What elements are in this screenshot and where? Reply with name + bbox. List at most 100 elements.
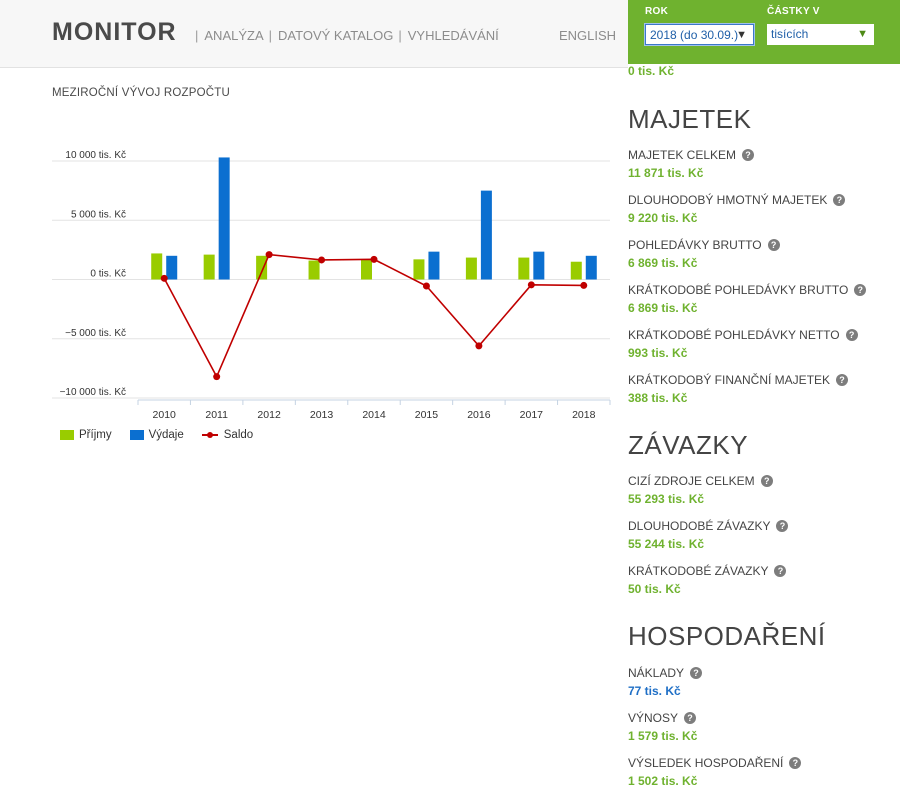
saldo-point [160,274,168,282]
y-tick-label: 5 000 tis. Kč [71,209,126,220]
filter-bar: ROK ČÁSTKY V 2018 (do 30.09.) ▼ tisících… [628,0,900,64]
y-tick-label: −5 000 tis. Kč [65,328,126,339]
bar-vydaje [166,255,178,280]
bar-prijmy [518,257,530,280]
bar-prijmy [361,259,372,280]
chart-title: MEZIROČNÍ VÝVOJ ROZPOČTU [52,87,230,99]
metric-value: 1 579 tis. Kč [628,729,698,743]
bar-prijmy [308,260,320,280]
bar-prijmy [465,257,477,280]
year-select-value: 2018 (do 30.09.) [650,28,739,42]
nav-item-analyza[interactable]: ANALÝZA [204,28,263,43]
metric-label-text: KRÁTKODOBÉ POHLEDÁVKY BRUTTO [628,283,849,297]
metric-label: DLOUHODOBÝ HMOTNÝ MAJETEK? [628,193,846,207]
help-icon[interactable]: ? [690,667,703,679]
bar-prijmy [413,259,425,280]
legend-swatch [129,430,144,440]
units-label: ČÁSTKY V [767,6,820,17]
metric-label-text: MAJETEK CELKEM [628,148,737,162]
y-tick-label: −10 000 tis. Kč [60,387,126,398]
saldo-point [422,282,430,290]
metric-label-text: KRÁTKODOBÉ ZÁVAZKY [628,564,769,578]
metric-value: 55 244 tis. Kč [628,537,705,551]
legend-label: Příjmy [79,429,112,441]
help-icon[interactable]: ? [854,284,867,296]
metric-label: DLOUHODOBÉ ZÁVAZKY? [628,519,789,533]
help-icon[interactable]: ? [742,149,755,161]
x-tick-label: 2016 [467,409,491,421]
metric-value: 6 869 tis. Kč [628,256,698,270]
legend-label: Výdaje [148,429,184,441]
saldo-point [580,281,588,289]
legend-item-prijmy[interactable]: Příjmy [60,429,112,441]
metric-label: KRÁTKODOBÉ POHLEDÁVKY BRUTTO? [628,283,867,297]
metric-label-text: KRÁTKODOBÉ POHLEDÁVKY NETTO [628,328,840,342]
chevron-down-icon: ▼ [736,29,747,41]
help-icon[interactable]: ? [845,329,858,341]
legend-swatch [60,430,74,440]
saldo-point [213,373,221,381]
metric-label: MAJETEK CELKEM? [628,148,755,162]
metric-value: 50 tis. Kč [628,582,681,596]
saldo-point [318,256,326,264]
help-icon[interactable]: ? [767,239,780,251]
x-tick-label: 2013 [310,409,334,421]
nav-item-vyhledavani[interactable]: VYHLEDÁVÁNÍ [408,28,499,43]
metric-label: NÁKLADY? [628,666,703,680]
metric-label: CIZÍ ZDROJE CELKEM? [628,474,773,488]
x-tick-label: 2017 [520,409,544,421]
saldo-point [475,342,483,350]
metric-label-text: KRÁTKODOBÝ FINANČNÍ MAJETEK [628,373,831,387]
x-tick-label: 2012 [257,409,281,421]
y-tick-label: 10 000 tis. Kč [65,150,126,161]
legend-item-vydaje[interactable]: Výdaje [129,429,184,441]
metric-label-text: DLOUHODOBÝ HMOTNÝ MAJETEK [628,193,828,207]
metric-label-text: CIZÍ ZDROJE CELKEM [628,474,755,488]
saldo-point [370,255,378,263]
help-icon[interactable]: ? [760,475,773,487]
metric-label: KRÁTKODOBÉ ZÁVAZKY? [628,564,787,578]
help-icon[interactable]: ? [776,520,789,532]
x-tick-label: 2010 [153,409,177,421]
bar-vydaje [533,251,545,280]
help-icon[interactable]: ? [789,757,802,769]
bar-vydaje [480,190,492,280]
bar-prijmy [570,261,582,280]
help-icon[interactable]: ? [774,565,787,577]
year-select[interactable]: 2018 (do 30.09.) ▼ [645,24,754,45]
bar-prijmy [151,253,163,280]
metric-label-text: DLOUHODOBÉ ZÁVAZKY [628,519,771,533]
bar-vydaje [218,157,230,280]
x-tick-label: 2015 [415,409,439,421]
x-tick-label: 2018 [572,409,596,421]
metric-label-text: VÝSLEDEK HOSPODAŘENÍ [628,756,784,770]
metric-label: VÝSLEDEK HOSPODAŘENÍ? [628,756,802,770]
help-icon[interactable]: ? [684,712,697,724]
nav-separator: | [398,28,402,43]
metric-label: POHLEDÁVKY BRUTTO? [628,238,780,252]
saldo-point [527,281,535,289]
help-icon[interactable]: ? [836,374,849,386]
nav-item-datovy-katalog[interactable]: DATOVÝ KATALOG [278,28,393,43]
legend-label: Saldo [223,429,254,441]
bar-prijmy [256,255,268,280]
y-tick-label: 0 tis. Kč [90,269,126,280]
logo[interactable]: MONITOR [52,18,177,47]
saldo-point [265,251,273,259]
help-icon[interactable]: ? [833,194,846,206]
main-nav: | ANALÝZA | DATOVÝ KATALOG | VYHLEDÁVÁNÍ [190,28,499,43]
year-label: ROK [645,6,669,17]
metric-value: 6 869 tis. Kč [628,301,698,315]
metric-label-text: POHLEDÁVKY BRUTTO [628,238,762,252]
x-tick-label: 2011 [205,409,228,421]
metric-label: KRÁTKODOBÝ FINANČNÍ MAJETEK? [628,373,849,387]
metric-value: 77 tis. Kč [628,684,681,698]
chevron-down-icon: ▼ [857,28,868,40]
bar-vydaje [585,255,597,280]
language-switch[interactable]: ENGLISH [559,28,616,43]
metric-value: 993 tis. Kč [628,346,688,360]
metric-value: 55 293 tis. Kč [628,492,705,506]
legend-item-saldo[interactable]: Saldo [201,429,254,441]
x-tick-label: 2014 [362,409,386,421]
units-select[interactable]: tisících ▼ [767,24,874,45]
